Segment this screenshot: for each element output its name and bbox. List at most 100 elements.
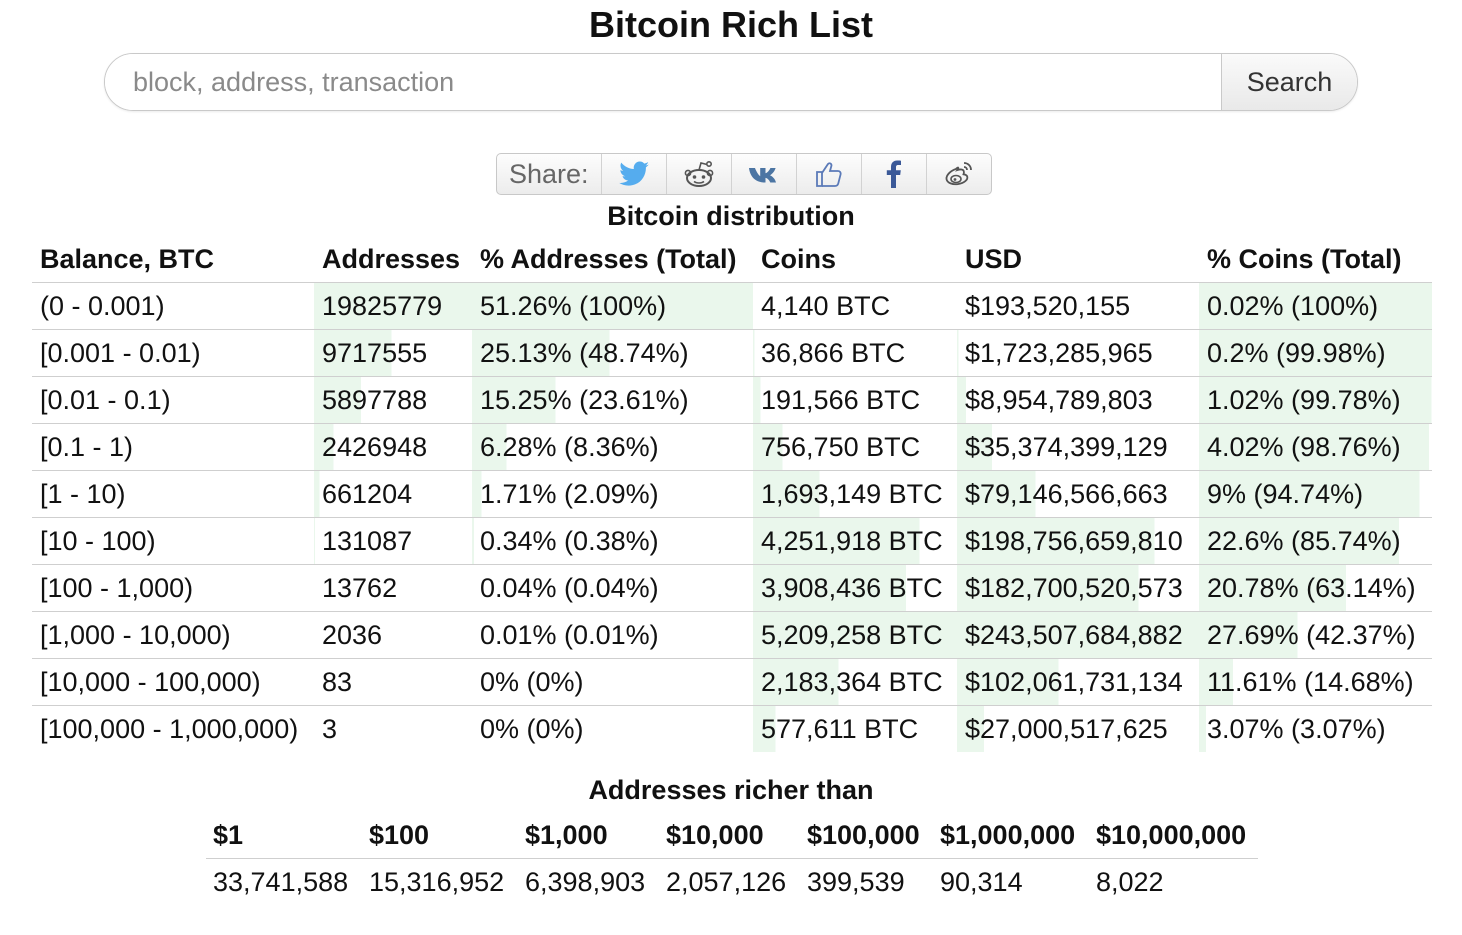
distribution-row: (0 - 0.001) 19825779 51.26% (100%) 4,140 BT…: [32, 282, 1432, 330]
cell-addresses: 13762: [314, 564, 472, 612]
cell-usd: $1,723,285,965: [957, 329, 1199, 377]
cell-pct-coins: 1.02% (99.78%): [1199, 376, 1432, 424]
cell-addresses: 661204: [314, 470, 472, 518]
cell-coins: 1,693,149 BTC: [753, 470, 957, 518]
cell-usd: $243,507,684,882: [957, 611, 1199, 659]
cell-usd: $27,000,517,625: [957, 705, 1199, 752]
cell-usd: $35,374,399,129: [957, 423, 1199, 471]
distribution-row: [0.001 - 0.01) 9717555 25.13% (48.74%) 36,8…: [32, 329, 1432, 377]
cell-coins: 5,209,258 BTC: [753, 611, 957, 659]
distribution-row: [100,000 - 1,000,000) 3 0% (0%) 577,611 BTC…: [32, 705, 1432, 752]
cell-usd: $102,061,731,134: [957, 658, 1199, 706]
cell-coins: 756,750 BTC: [753, 423, 957, 471]
cell-balance: [100,000 - 1,000,000): [40, 713, 299, 744]
cell-usd: $193,520,155: [957, 282, 1199, 330]
cell-pct-addresses: 0% (0%): [472, 658, 753, 706]
cell-pct-coins: 3.07% (3.07%): [1199, 705, 1432, 752]
share-label: Share:: [497, 154, 602, 194]
cell-balance: [1,000 - 10,000): [32, 611, 314, 659]
vk-icon[interactable]: [732, 154, 797, 194]
header-coins: Coins: [753, 236, 957, 283]
cell-pct-coins: 9% (94.74%): [1199, 470, 1432, 518]
cell-addresses: 3: [314, 705, 472, 752]
cell-addresses: 2036: [314, 611, 472, 659]
distribution-caption: Bitcoin distribution: [607, 201, 855, 231]
search-bar: Search: [104, 53, 1358, 111]
threshold-100: $100: [362, 812, 518, 859]
distribution-row: [1 - 10) 661204 1.71% (2.09%) 1,693,149 BTC…: [32, 470, 1432, 518]
cell-pct-addresses: 0.01% (0.01%): [472, 611, 753, 659]
count-10000: 2,057,126: [666, 866, 787, 897]
distribution-row: [0.01 - 0.1) 5897788 15.25% (23.61%) 191,56…: [32, 376, 1432, 424]
cell-balance: [0.001 - 0.01): [32, 329, 314, 377]
cell-pct-addresses: 6.28% (8.36%): [472, 423, 753, 471]
share-bar: Share:: [496, 153, 992, 195]
count-1000000: 90,314: [940, 866, 1023, 897]
cell-balance: (0 - 0.001): [32, 282, 314, 330]
threshold-1000000: $1,000,000: [933, 812, 1089, 859]
cell-pct-coins: 0.02% (100%): [1199, 282, 1432, 330]
cell-balance: [100 - 1,000): [32, 564, 314, 612]
header-addresses: Addresses: [314, 236, 472, 283]
distribution-header-row: Balance, BTC Addresses % Addresses (Tota…: [32, 236, 1432, 283]
cell-pct-coins: 22.6% (85.74%): [1199, 517, 1432, 565]
cell-usd: $8,954,789,803: [957, 376, 1199, 424]
count-1000: 6,398,903: [525, 866, 646, 897]
richer-than-caption: Addresses richer than: [588, 775, 874, 805]
count-10000000: 8,022: [1096, 866, 1164, 897]
richer-than-table: $1 $100 $1,000 $10,000 $100,000 $1,000,0…: [206, 812, 1258, 905]
search-button[interactable]: Search: [1221, 54, 1357, 110]
cell-addresses: 2426948: [314, 423, 472, 471]
cell-addresses: 19825779: [314, 282, 472, 330]
cell-usd: $79,146,566,663: [957, 470, 1199, 518]
twitter-icon[interactable]: [602, 154, 667, 194]
header-pct-coins: % Coins (Total): [1199, 236, 1432, 283]
distribution-row: [10,000 - 100,000) 83 0% (0%) 2,183,364 BTC…: [32, 658, 1432, 706]
cell-coins: 4,251,918 BTC: [753, 517, 957, 565]
cell-balance: [10,000 - 100,000): [32, 658, 314, 706]
reddit-icon[interactable]: [667, 154, 732, 194]
cell-pct-addresses: 0% (0%): [472, 705, 753, 752]
threshold-1000: $1,000: [518, 812, 659, 859]
cell-addresses: 131087: [314, 517, 472, 565]
threshold-10000000: $10,000,000: [1089, 812, 1258, 859]
weibo-icon[interactable]: [927, 154, 991, 194]
cell-usd: $182,700,520,573: [957, 564, 1199, 612]
distribution-table: Balance, BTC Addresses % Addresses (Tota…: [32, 236, 1432, 752]
threshold-1: $1: [206, 812, 362, 859]
richer-than-header-row: $1 $100 $1,000 $10,000 $100,000 $1,000,0…: [206, 812, 1258, 859]
distribution-row: [1,000 - 10,000) 2036 0.01% (0.01%) 5,209,2…: [32, 611, 1432, 659]
distribution-row: [100 - 1,000) 13762 0.04% (0.04%) 3,908,436…: [32, 564, 1432, 612]
header-balance: Balance, BTC: [32, 236, 314, 283]
cell-pct-addresses: 1.71% (2.09%): [472, 470, 753, 518]
search-input[interactable]: [105, 54, 1221, 110]
cell-coins: 3,908,436 BTC: [753, 564, 957, 612]
cell-balance: [0.1 - 1): [32, 423, 314, 471]
page-title: Bitcoin Rich List: [588, 4, 873, 45]
cell-balance: [0.01 - 0.1): [32, 376, 314, 424]
count-100: 15,316,952: [369, 866, 505, 897]
cell-pct-addresses: 25.13% (48.74%): [472, 329, 753, 377]
distribution-row: [0.1 - 1) 2426948 6.28% (8.36%) 756,750 BTC…: [32, 423, 1432, 471]
cell-pct-addresses: 0.04% (0.04%): [472, 564, 753, 612]
count-1: 33,741,588: [213, 866, 349, 897]
facebook-icon[interactable]: [862, 154, 927, 194]
threshold-100000: $100,000: [800, 812, 933, 859]
cell-pct-addresses: 0.34% (0.38%): [472, 517, 753, 565]
distribution-row: [10 - 100) 131087 0.34% (0.38%) 4,251,918 B…: [32, 517, 1432, 565]
richer-than-values-row: 33,741,588 15,316,952 6,398,903 2,057,12…: [206, 859, 1258, 906]
count-100000: 399,539: [807, 866, 905, 897]
cell-pct-coins: 0.2% (99.98%): [1199, 329, 1432, 377]
cell-coins: 36,866 BTC: [753, 329, 957, 377]
cell-addresses: 5897788: [314, 376, 472, 424]
like-icon[interactable]: [797, 154, 862, 194]
cell-coins: 577,611 BTC: [753, 705, 957, 752]
cell-addresses: 83: [314, 658, 472, 706]
cell-pct-coins: 11.61% (14.68%): [1199, 658, 1432, 706]
cell-addresses: 9717555: [314, 329, 472, 377]
cell-coins: 2,183,364 BTC: [753, 658, 957, 706]
cell-pct-addresses: 15.25% (23.61%): [472, 376, 753, 424]
cell-coins: 4,140 BTC: [753, 282, 957, 330]
cell-pct-addresses: 51.26% (100%): [472, 282, 753, 330]
cell-coins: 191,566 BTC: [753, 376, 957, 424]
